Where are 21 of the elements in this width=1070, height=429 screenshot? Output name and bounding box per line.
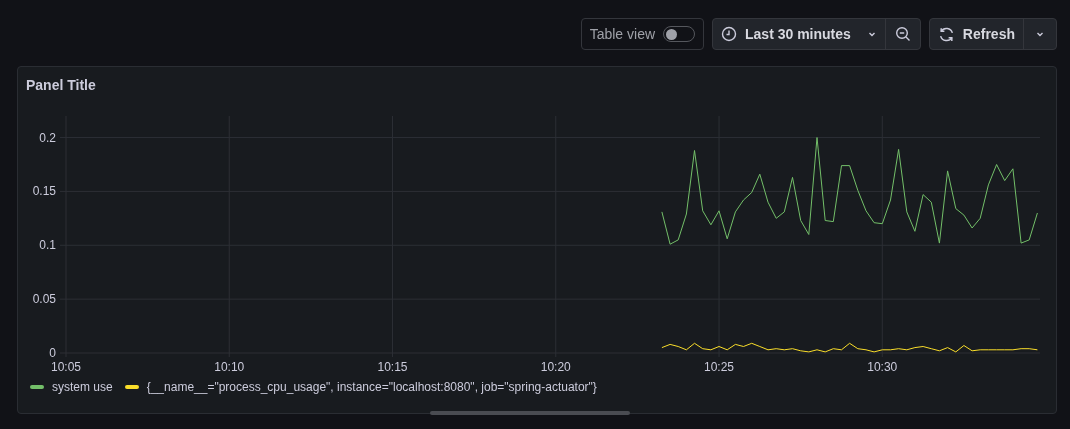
- scrollbar[interactable]: [430, 411, 630, 415]
- legend-swatch: [124, 385, 139, 389]
- x-axis-label: 10:20: [540, 360, 571, 372]
- x-axis-label: 10:15: [377, 360, 408, 372]
- y-axis-label: 0.2: [39, 130, 56, 145]
- y-axis-label: 0.1: [39, 238, 56, 253]
- legend-label[interactable]: {__name__="process_cpu_usage", instance="localhost:8080", job="spring-actuator"}: [146, 378, 597, 396]
- y-axis-label: 0: [49, 346, 56, 360]
- y-axis-label: 0.15: [32, 184, 56, 199]
- x-axis-label: 10:25: [704, 360, 735, 372]
- x-axis-label: 10:05: [51, 360, 81, 372]
- x-axis-label: 10:10: [214, 360, 245, 372]
- panel-title: Panel Title: [25, 76, 97, 95]
- legend-label[interactable]: system use: [52, 378, 113, 396]
- legend-swatch: [30, 385, 44, 389]
- clock-icon: [721, 26, 738, 42]
- zoom-out-icon: [894, 26, 911, 42]
- x-axis-label: 10:30: [867, 360, 898, 372]
- table-view-label: Table view: [589, 24, 656, 44]
- refresh-icon: [937, 25, 955, 43]
- y-axis-label: 0.05: [32, 292, 56, 307]
